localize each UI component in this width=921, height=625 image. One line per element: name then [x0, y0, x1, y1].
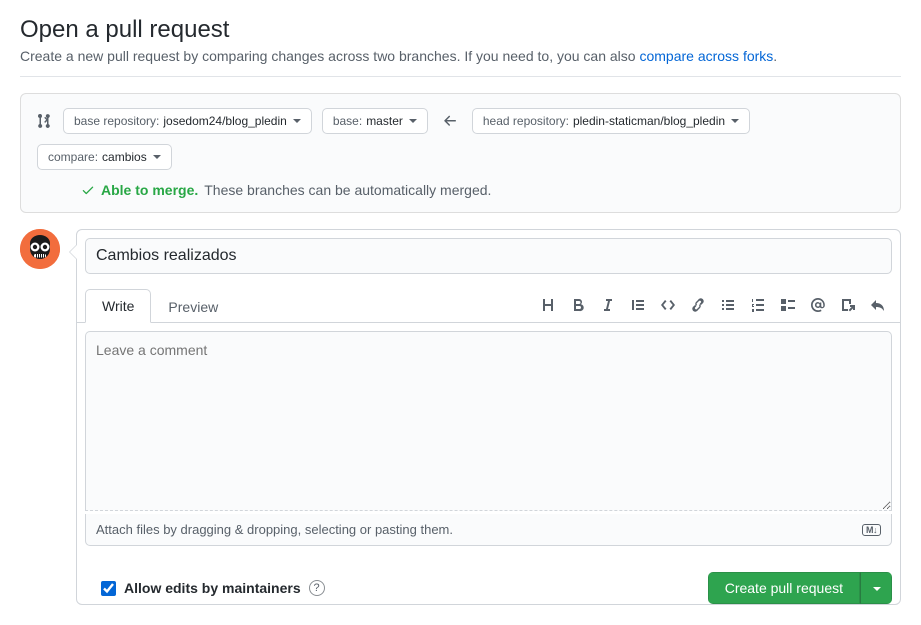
check-icon: [81, 183, 95, 197]
pr-form: Write Preview Attach files by dragging: [76, 229, 901, 605]
head-repository-selector[interactable]: head repository: pledin-staticman/blog_p…: [472, 108, 750, 134]
attach-hint-row[interactable]: Attach files by dragging & dropping, sel…: [85, 514, 892, 546]
markdown-toolbar: [540, 297, 892, 313]
bold-icon[interactable]: [570, 297, 586, 313]
numbered-list-icon[interactable]: [750, 297, 766, 313]
comment-textarea[interactable]: [85, 331, 892, 511]
base-branch-selector[interactable]: base: master: [322, 108, 428, 134]
avatar: [20, 229, 60, 269]
merge-status-strong: Able to merge.: [101, 182, 198, 198]
allow-edits-checkbox[interactable]: [101, 581, 116, 596]
task-list-icon[interactable]: [780, 297, 796, 313]
create-pr-button-group: Create pull request: [708, 572, 892, 604]
quote-icon[interactable]: [630, 297, 646, 313]
link-icon[interactable]: [690, 297, 706, 313]
attach-hint-text: Attach files by dragging & dropping, sel…: [96, 522, 453, 537]
tab-write[interactable]: Write: [85, 289, 151, 323]
merge-status: Able to merge. These branches can be aut…: [81, 182, 884, 198]
caret-down-icon: [153, 155, 161, 159]
reply-icon[interactable]: [870, 297, 886, 313]
allow-edits-label: Allow edits by maintainers: [124, 580, 301, 596]
cross-reference-icon[interactable]: [840, 297, 856, 313]
merge-status-text: These branches can be automatically merg…: [204, 182, 491, 198]
create-pr-button[interactable]: Create pull request: [708, 572, 860, 604]
compare-forks-link[interactable]: compare across forks: [639, 48, 773, 64]
italic-icon[interactable]: [600, 297, 616, 313]
create-pr-options-button[interactable]: [860, 572, 892, 604]
allow-edits-row[interactable]: Allow edits by maintainers ?: [101, 580, 325, 596]
comment-tabs: Write Preview: [77, 288, 900, 323]
caret-down-icon: [293, 119, 301, 123]
caret-down-icon: [731, 119, 739, 123]
compare-branch-selector[interactable]: compare: cambios: [37, 144, 172, 170]
bullet-list-icon[interactable]: [720, 297, 736, 313]
header-divider: [20, 76, 901, 77]
branch-compare-box: base repository: josedom24/blog_pledin b…: [20, 93, 901, 213]
page-subtitle: Create a new pull request by comparing c…: [20, 48, 901, 64]
mention-icon[interactable]: [810, 297, 826, 313]
page-title: Open a pull request: [20, 16, 901, 44]
arrow-left-icon: [442, 113, 458, 129]
page-header: Open a pull request Create a new pull re…: [20, 16, 901, 64]
help-icon[interactable]: ?: [309, 580, 325, 596]
git-compare-icon: [37, 113, 53, 129]
caret-down-icon: [873, 587, 881, 591]
pr-title-input[interactable]: [85, 238, 892, 274]
base-repository-selector[interactable]: base repository: josedom24/blog_pledin: [63, 108, 312, 134]
tab-preview[interactable]: Preview: [151, 290, 235, 323]
caret-down-icon: [409, 119, 417, 123]
markdown-badge-icon[interactable]: M↓: [862, 524, 881, 536]
heading-icon[interactable]: [540, 297, 556, 313]
code-icon[interactable]: [660, 297, 676, 313]
